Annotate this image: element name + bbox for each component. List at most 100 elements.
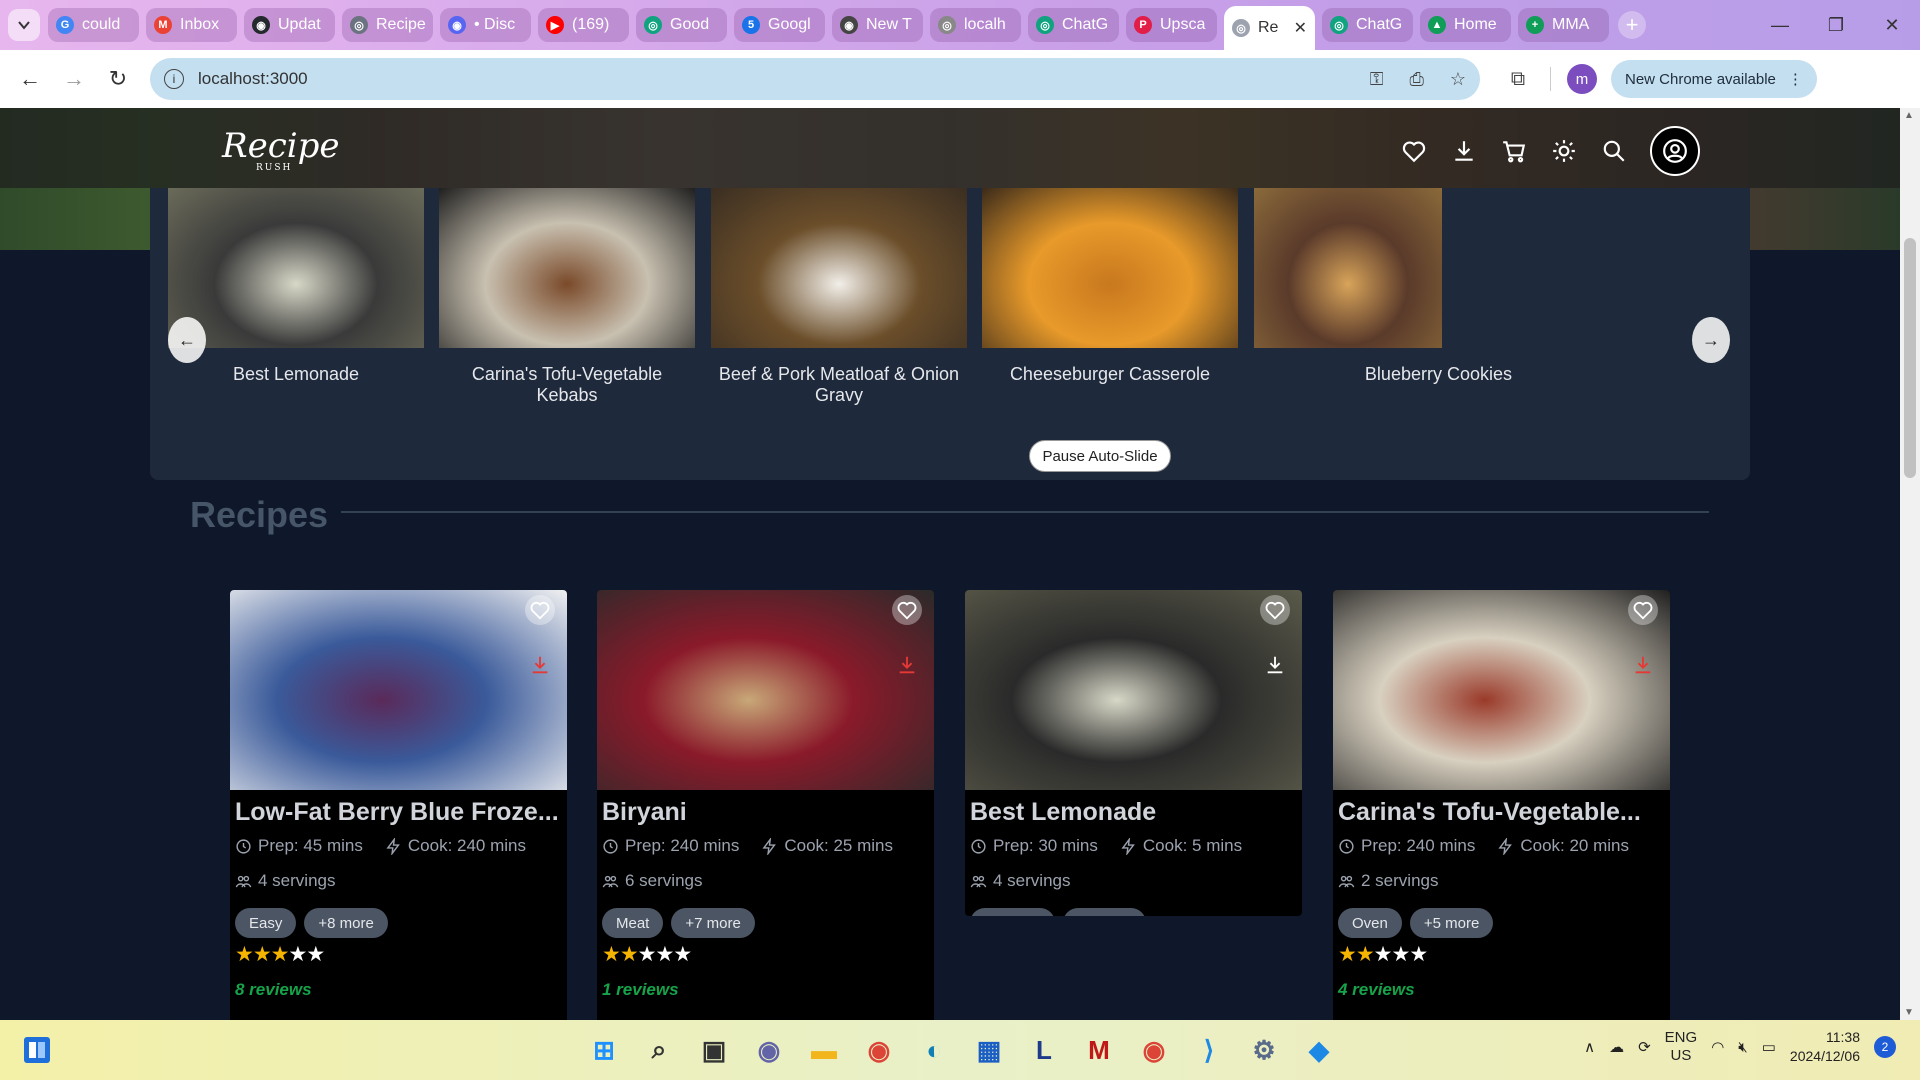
tag-pill[interactable]: Meat [602,908,664,938]
browser-tab[interactable]: ◎ ChatG [1322,8,1413,42]
browser-tab[interactable]: + MMA [1518,8,1609,42]
page-scrollbar[interactable]: ▲ ▼ [1900,108,1920,1020]
wifi-icon[interactable]: ◠ [1711,1038,1724,1056]
clock[interactable]: 11:38 2024/12/06 [1790,1028,1860,1066]
bookmark-star-icon[interactable]: ☆ [1450,69,1466,90]
recipe-title[interactable]: Best Lemonade [970,798,1295,827]
onedrive-icon[interactable]: ☁ [1609,1038,1624,1056]
close-window-icon[interactable]: ✕ [1864,15,1920,36]
volume-muted-icon[interactable]: 🔇︎ [1738,1039,1747,1056]
browser-tab[interactable]: ◉ New T [832,8,923,42]
cart-icon[interactable] [1500,137,1528,165]
minimize-icon[interactable]: — [1752,15,1808,36]
favorite-heart-icon[interactable] [525,595,555,625]
recipe-card[interactable]: Low-Fat Berry Blue Froze... Prep: 45 mins… [230,590,567,1020]
carousel-slide[interactable]: Beef & Pork Meatloaf & Onion Gravy [711,188,967,428]
profile-avatar[interactable]: m [1567,64,1597,94]
new-tab-button[interactable]: + [1618,11,1646,39]
download-icon[interactable] [1628,650,1658,680]
carousel-prev-button[interactable]: ← [168,317,206,363]
theme-sun-icon[interactable] [1550,137,1578,165]
browser-tab[interactable]: M Inbox [146,8,237,42]
chrome-profile-icon[interactable]: ◉ [1134,1030,1174,1070]
downloads-icon[interactable] [1450,137,1478,165]
address-bar[interactable]: i localhost:3000 ⚿ ⎙ ☆ [150,58,1480,100]
tab-search-button[interactable] [8,9,40,41]
browser-tab[interactable]: ▲ Home [1420,8,1511,42]
more-menu-icon[interactable]: ⋮ [1788,70,1803,88]
task-view-icon[interactable]: ▣ [694,1030,734,1070]
favorite-heart-icon[interactable] [1260,595,1290,625]
reviews-count[interactable]: 8 reviews [235,980,312,1000]
site-info-icon[interactable]: i [164,69,184,89]
windows-start-icon[interactable]: ⊞ [584,1030,624,1070]
carousel-slide[interactable]: Blueberry Cookies [1254,188,1512,428]
download-icon[interactable] [1260,650,1290,680]
language-indicator[interactable]: ENG US [1665,1029,1698,1065]
favorite-heart-icon[interactable] [892,595,922,625]
carousel-slide[interactable]: Carina's Tofu-Vegetable Kebabs [439,188,695,428]
recipe-title[interactable]: Carina's Tofu-Vegetable... [1338,798,1663,827]
favorite-heart-icon[interactable] [1628,595,1658,625]
browser-tab[interactable]: ◎ ChatG [1028,8,1119,42]
recipe-card[interactable]: Best Lemonade Prep: 30 mins Cook: 5 mins 4 … [965,590,1302,916]
vscode-icon[interactable]: ⟩ [1189,1030,1229,1070]
chrome-icon[interactable]: ◉ [859,1030,899,1070]
extensions-icon[interactable]: ⧉ [1500,68,1536,91]
browser-tab[interactable]: 5 Googl [734,8,825,42]
tag-pill[interactable]: Summer [970,908,1055,916]
pause-auto-slide-button[interactable]: Pause Auto-Slide [1029,440,1171,472]
account-avatar-button[interactable] [1650,126,1700,176]
chrome-update-button[interactable]: New Chrome available ⋮ [1611,60,1817,98]
tag-pill[interactable]: +8 more [304,908,388,938]
recipe-title[interactable]: Biryani [602,798,927,827]
edge-icon[interactable]: ◐ [914,1030,954,1070]
install-app-icon[interactable]: ⎙ [1409,69,1423,90]
browser-tab[interactable]: ▶ (169) [538,8,629,42]
browser-tab[interactable]: Gcould [48,8,139,42]
store-icon[interactable]: ▦ [969,1030,1009,1070]
carousel-slide[interactable]: Cheeseburger Casserole [982,188,1238,428]
search-icon[interactable] [1600,137,1628,165]
download-icon[interactable] [892,650,922,680]
tag-pill[interactable]: +4 more [1062,908,1147,916]
recipe-title[interactable]: Low-Fat Berry Blue Froze... [235,798,560,827]
download-icon[interactable] [525,650,555,680]
photos-icon[interactable]: ◆ [1299,1030,1339,1070]
browser-tab[interactable]: ◎ Recipe [342,8,433,42]
settings-icon[interactable]: ⚙ [1244,1030,1284,1070]
scroll-down-icon[interactable]: ▼ [1904,1007,1914,1018]
battery-icon[interactable]: ▭ [1762,1038,1776,1056]
reviews-count[interactable]: 1 reviews [602,980,679,1000]
browser-tab[interactable]: ◎ Re ✕ [1224,6,1315,50]
notification-badge[interactable]: 2 [1874,1036,1896,1058]
reload-icon[interactable]: ↻ [100,61,136,97]
password-key-icon[interactable]: ⚿ [1370,69,1384,90]
browser-tab[interactable]: ◎ Good [636,8,727,42]
browser-tab[interactable]: P Upsca [1126,8,1217,42]
carousel-next-button[interactable]: → [1692,317,1730,363]
browser-tab[interactable]: ◉ Updat [244,8,335,42]
scrollbar-thumb[interactable] [1904,238,1916,478]
teams-icon[interactable]: ◉ [749,1030,789,1070]
tag-pill[interactable]: Easy [235,908,297,938]
tag-pill[interactable]: Oven [1338,908,1402,938]
widgets-icon[interactable] [22,1035,52,1065]
back-icon[interactable]: ← [12,61,48,97]
close-tab-icon[interactable]: ✕ [1294,18,1307,38]
reviews-count[interactable]: 4 reviews [1338,980,1415,1000]
carousel-slide[interactable]: Best Lemonade [168,188,424,428]
tag-pill[interactable]: +5 more [1409,908,1494,938]
search-icon[interactable]: ⌕ [639,1030,679,1070]
recipe-card[interactable]: Carina's Tofu-Vegetable... Prep: 240 mins… [1333,590,1670,1020]
site-logo[interactable]: Recipe RUSH [222,118,340,180]
file-explorer-icon[interactable]: ▬ [804,1030,844,1070]
show-hidden-icons[interactable]: ∧ [1584,1038,1595,1056]
browser-tab[interactable]: ◎ localh [930,8,1021,42]
browser-tab[interactable]: ◉ • Disc [440,8,531,42]
forward-icon[interactable]: → [56,61,92,97]
scroll-up-icon[interactable]: ▲ [1904,110,1914,121]
recipe-card[interactable]: Biryani Prep: 240 mins Cook: 25 mins 6 serv… [597,590,934,1020]
tag-pill[interactable]: +7 more [671,908,755,938]
favorites-heart-icon[interactable] [1400,137,1428,165]
